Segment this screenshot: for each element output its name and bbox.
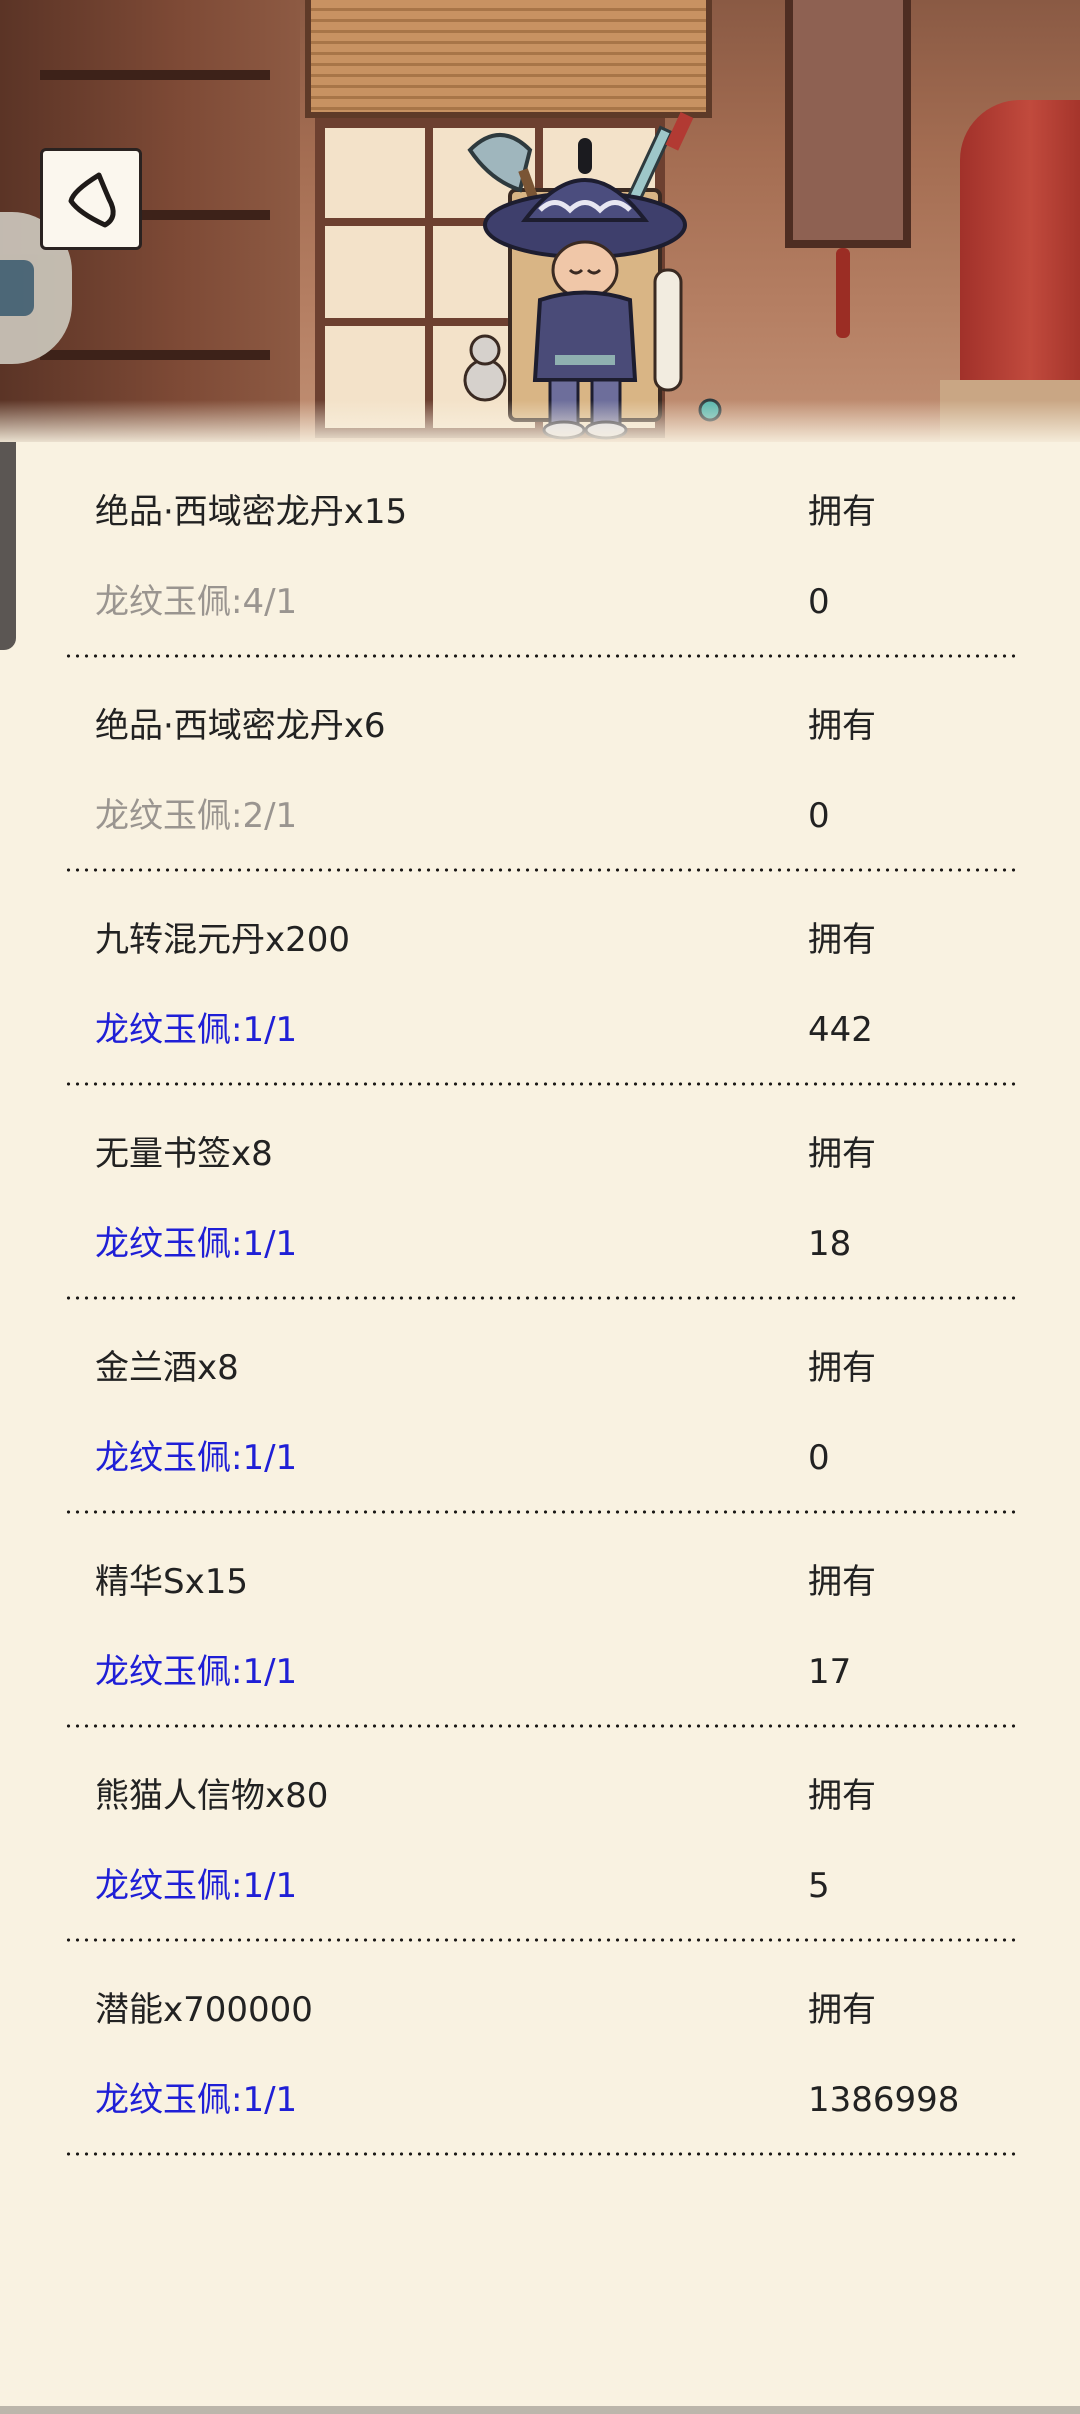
- requirement-cost: 龙纹玉佩:1/1: [95, 1438, 298, 1478]
- exchange-item[interactable]: 无量书签x8 拥有 龙纹玉佩:1/1 18: [0, 1084, 1080, 1300]
- owned-count: 0: [808, 1438, 830, 1478]
- back-arrow-icon: [68, 172, 116, 228]
- exchange-item[interactable]: 绝品·西域密龙丹x15 拥有 龙纹玉佩:4/1 0: [0, 442, 1080, 658]
- owned-count: 17: [808, 1652, 852, 1692]
- own-label: 拥有: [808, 492, 876, 532]
- system-nav-bar: [0, 2406, 1080, 2414]
- reward-name: 绝品·西域密龙丹x15: [95, 492, 408, 532]
- requirement-cost: 龙纹玉佩:1/1: [95, 2080, 298, 2120]
- exchange-item[interactable]: 潜能x700000 拥有 龙纹玉佩:1/1 1386998: [0, 1940, 1080, 2156]
- own-label: 拥有: [808, 706, 876, 746]
- owned-count: 0: [808, 582, 830, 622]
- reward-name: 熊猫人信物x80: [95, 1776, 329, 1816]
- owned-count: 1386998: [808, 2080, 960, 2120]
- requirement-cost: 龙纹玉佩:1/1: [95, 1224, 298, 1264]
- back-button[interactable]: [40, 148, 142, 250]
- dotted-divider: [64, 2152, 1016, 2156]
- requirement-cost: 龙纹玉佩:2/1: [95, 796, 298, 836]
- reward-name: 金兰酒x8: [95, 1348, 239, 1388]
- header-fade: [0, 400, 1080, 442]
- shelf: [40, 70, 270, 80]
- own-label: 拥有: [808, 1776, 876, 1816]
- own-label: 拥有: [808, 1348, 876, 1388]
- reward-name: 精华Sx15: [95, 1562, 248, 1602]
- requirement-cost: 龙纹玉佩:4/1: [95, 582, 298, 622]
- exchange-item[interactable]: 精华Sx15 拥有 龙纹玉佩:1/1 17: [0, 1512, 1080, 1728]
- requirement-cost: 龙纹玉佩:1/1: [95, 1652, 298, 1692]
- exchange-item[interactable]: 金兰酒x8 拥有 龙纹玉佩:1/1 0: [0, 1298, 1080, 1514]
- owned-count: 18: [808, 1224, 852, 1264]
- owned-count: 5: [808, 1866, 830, 1906]
- owned-count: 442: [808, 1010, 873, 1050]
- own-label: 拥有: [808, 1134, 876, 1174]
- reward-name: 潜能x700000: [95, 1990, 313, 2030]
- exchange-item[interactable]: 九转混元丹x200 拥有 龙纹玉佩:1/1 442: [0, 870, 1080, 1086]
- exchange-list: 绝品·西域密龙丹x15 拥有 龙纹玉佩:4/1 0 绝品·西域密龙丹x6 拥有 …: [0, 442, 1080, 2156]
- tassel: [836, 248, 850, 338]
- requirement-cost: 龙纹玉佩:1/1: [95, 1010, 298, 1050]
- window-blinds: [305, 0, 712, 118]
- shelf: [40, 350, 270, 360]
- gift-box-icon: [0, 260, 34, 316]
- own-label: 拥有: [808, 1562, 876, 1602]
- requirement-cost: 龙纹玉佩:1/1: [95, 1866, 298, 1906]
- reward-name: 九转混元丹x200: [95, 920, 351, 960]
- wall-scroll: [785, 0, 911, 248]
- owned-count: 0: [808, 796, 830, 836]
- exchange-item[interactable]: 熊猫人信物x80 拥有 龙纹玉佩:1/1 5: [0, 1726, 1080, 1942]
- merchant-character-illustration: [463, 112, 722, 440]
- reward-name: 绝品·西域密龙丹x6: [95, 706, 386, 746]
- header-banner: [0, 0, 1080, 442]
- own-label: 拥有: [808, 920, 876, 960]
- own-label: 拥有: [808, 1990, 876, 2030]
- exchange-item[interactable]: 绝品·西域密龙丹x6 拥有 龙纹玉佩:2/1 0: [0, 656, 1080, 872]
- reward-name: 无量书签x8: [95, 1134, 273, 1174]
